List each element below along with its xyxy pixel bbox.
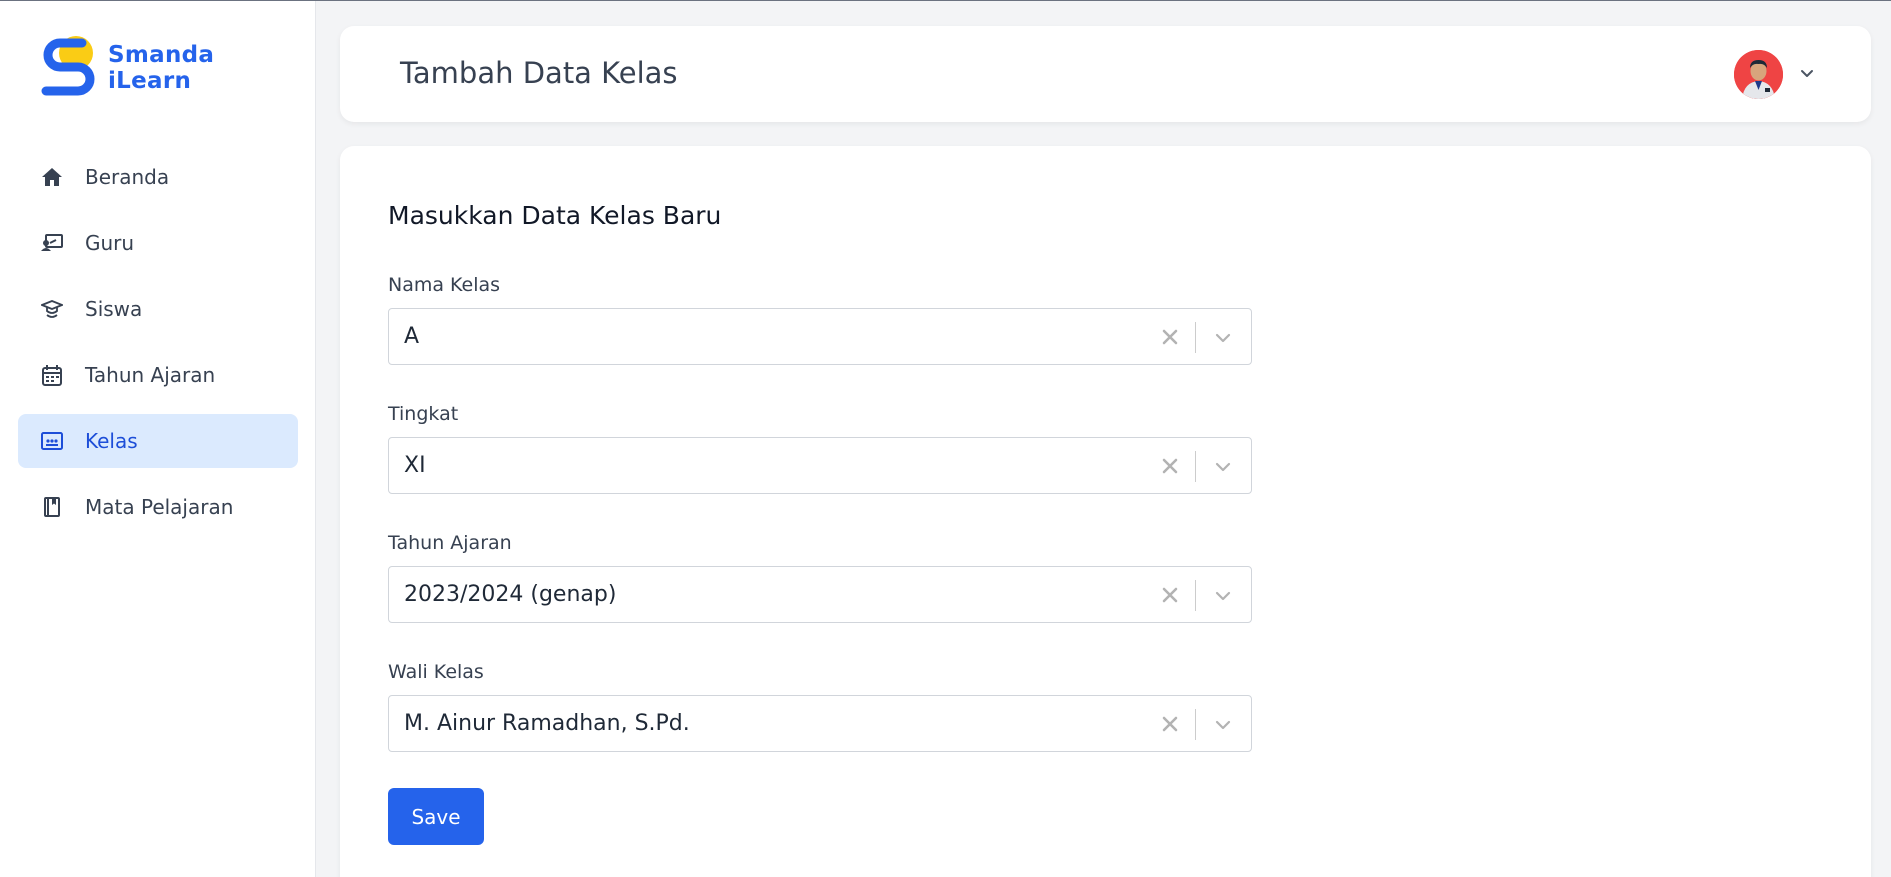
sidebar-item-label: Siswa [85, 297, 143, 321]
select-separator [1195, 580, 1196, 611]
sidebar: Smanda iLearn Beranda Guru Siswa Tahun A… [0, 1, 316, 877]
page-title: Tambah Data Kelas [400, 56, 678, 90]
select-value: A [404, 324, 420, 349]
avatar-icon [1734, 50, 1783, 99]
sidebar-item-label: Guru [85, 231, 135, 255]
chevron-down-icon[interactable] [1213, 587, 1233, 605]
field-nama-kelas: Nama Kelas A [388, 274, 1252, 365]
logo-line2: iLearn [108, 68, 192, 94]
clear-icon[interactable] [1161, 586, 1179, 604]
select-value: XI [404, 453, 426, 478]
page-header: Tambah Data Kelas [340, 26, 1871, 122]
form-card: Masukkan Data Kelas Baru Nama Kelas A Ti… [340, 146, 1871, 877]
chevron-down-icon[interactable] [1213, 329, 1233, 347]
field-tingkat: Tingkat XI [388, 403, 1252, 494]
logo-text: Smanda iLearn [108, 42, 214, 94]
field-label: Tingkat [388, 403, 459, 425]
clear-icon[interactable] [1161, 328, 1179, 346]
clear-icon[interactable] [1161, 715, 1179, 733]
tahun-ajaran-select[interactable]: 2023/2024 (genap) [388, 566, 1252, 623]
book-icon [41, 496, 63, 518]
form-title: Masukkan Data Kelas Baru [388, 201, 722, 230]
teacher-icon [41, 232, 63, 254]
logo-line1: Smanda [108, 42, 215, 68]
sidebar-item-kelas[interactable]: Kelas [18, 414, 298, 468]
select-value: 2023/2024 (genap) [404, 582, 617, 607]
clear-icon[interactable] [1161, 457, 1179, 475]
student-icon [41, 298, 63, 320]
sidebar-item-label: Mata Pelajaran [85, 495, 234, 519]
tingkat-select[interactable]: XI [388, 437, 1252, 494]
sidebar-item-mata-pelajaran[interactable]: Mata Pelajaran [18, 480, 298, 534]
field-label: Nama Kelas [388, 274, 501, 296]
classroom-icon [41, 430, 63, 452]
user-avatar[interactable] [1734, 50, 1783, 99]
sidebar-nav: Beranda Guru Siswa Tahun Ajaran Kelas Ma… [18, 150, 298, 546]
home-icon [41, 166, 63, 188]
field-label: Wali Kelas [388, 661, 484, 683]
select-separator [1195, 322, 1196, 353]
sidebar-item-tahun-ajaran[interactable]: Tahun Ajaran [18, 348, 298, 402]
select-value: M. Ainur Ramadhan, S.Pd. [404, 711, 690, 736]
app-logo[interactable]: Smanda iLearn [38, 33, 214, 103]
chevron-down-icon[interactable] [1213, 458, 1233, 476]
sidebar-item-label: Tahun Ajaran [85, 363, 216, 387]
sidebar-item-siswa[interactable]: Siswa [18, 282, 298, 336]
field-tahun-ajaran: Tahun Ajaran 2023/2024 (genap) [388, 532, 1252, 623]
wali-kelas-select[interactable]: M. Ainur Ramadhan, S.Pd. [388, 695, 1252, 752]
sidebar-item-label: Beranda [85, 165, 170, 189]
field-label: Tahun Ajaran [388, 532, 512, 554]
sidebar-item-guru[interactable]: Guru [18, 216, 298, 270]
sidebar-item-beranda[interactable]: Beranda [18, 150, 298, 204]
chevron-down-icon[interactable] [1798, 64, 1816, 82]
nama-kelas-select[interactable]: A [388, 308, 1252, 365]
save-button[interactable]: Save [388, 788, 484, 845]
chevron-down-icon[interactable] [1213, 716, 1233, 734]
field-wali-kelas: Wali Kelas M. Ainur Ramadhan, S.Pd. [388, 661, 1252, 752]
logo-mark-icon [41, 36, 95, 96]
sidebar-item-label: Kelas [85, 429, 138, 453]
select-separator [1195, 451, 1196, 482]
select-separator [1195, 709, 1196, 740]
calendar-icon [41, 364, 63, 386]
